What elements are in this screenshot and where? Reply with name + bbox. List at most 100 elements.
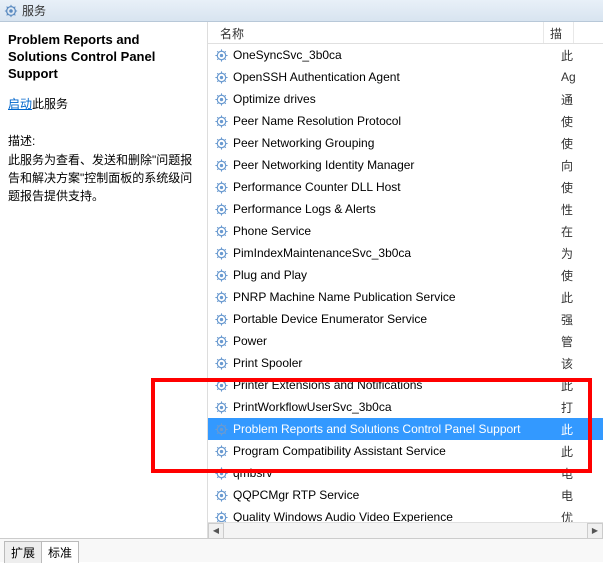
titlebar: 服务	[0, 0, 603, 22]
service-name: Quality Windows Audio Video Experience	[233, 510, 561, 522]
service-row[interactable]: Peer Networking Grouping使	[208, 132, 603, 154]
service-desc: 向	[561, 157, 591, 174]
header-desc[interactable]: 描	[544, 22, 574, 43]
service-desc: 该	[561, 355, 591, 372]
service-name: Peer Name Resolution Protocol	[233, 114, 561, 128]
service-desc: 使	[561, 267, 591, 284]
service-desc: 使	[561, 113, 591, 130]
service-row[interactable]: Peer Name Resolution Protocol使	[208, 110, 603, 132]
scroll-left-button[interactable]: ◀	[208, 523, 224, 539]
service-row[interactable]: Optimize drives通	[208, 88, 603, 110]
service-row[interactable]: Printer Extensions and Notifications此	[208, 374, 603, 396]
service-name: Optimize drives	[233, 92, 561, 106]
service-row[interactable]: QQPCMgr RTP Service电	[208, 484, 603, 506]
titlebar-text: 服务	[22, 2, 46, 19]
service-name: Portable Device Enumerator Service	[233, 312, 561, 326]
service-desc: 优	[561, 509, 591, 523]
bottom-tabs: 扩展 标准	[0, 538, 603, 562]
service-desc: 电	[561, 487, 591, 504]
service-name: Peer Networking Identity Manager	[233, 158, 561, 172]
service-name: Phone Service	[233, 224, 561, 238]
service-desc: 电	[561, 465, 591, 482]
scroll-right-button[interactable]: ▶	[587, 523, 603, 539]
header-name[interactable]: 名称	[214, 22, 544, 43]
service-row[interactable]: Performance Counter DLL Host使	[208, 176, 603, 198]
service-name: Power	[233, 334, 561, 348]
service-desc: 性	[561, 201, 591, 218]
start-suffix: 此服务	[32, 97, 68, 111]
service-desc: 使	[561, 179, 591, 196]
service-row[interactable]: PrintWorkflowUserSvc_3b0ca打	[208, 396, 603, 418]
service-desc: 此	[561, 47, 591, 64]
services-icon	[4, 4, 18, 18]
service-name: PNRP Machine Name Publication Service	[233, 290, 561, 304]
service-row[interactable]: Quality Windows Audio Video Experience优	[208, 506, 603, 522]
service-desc: 此	[561, 377, 591, 394]
service-row[interactable]: PNRP Machine Name Publication Service此	[208, 286, 603, 308]
service-row[interactable]: Plug and Play使	[208, 264, 603, 286]
service-desc: 管	[561, 333, 591, 350]
service-name: OneSyncSvc_3b0ca	[233, 48, 561, 62]
list-panel: 名称 描 OneSyncSvc_3b0ca此OpenSSH Authentica…	[208, 22, 603, 538]
service-name: PimIndexMaintenanceSvc_3b0ca	[233, 246, 561, 260]
gear-icon	[214, 180, 229, 195]
service-name: Problem Reports and Solutions Control Pa…	[233, 422, 561, 436]
gear-icon	[214, 400, 229, 415]
gear-icon	[214, 466, 229, 481]
gear-icon	[214, 136, 229, 151]
service-name: Print Spooler	[233, 356, 561, 370]
service-row[interactable]: PimIndexMaintenanceSvc_3b0ca为	[208, 242, 603, 264]
service-name: Peer Networking Grouping	[233, 136, 561, 150]
gear-icon	[214, 444, 229, 459]
selected-service-name: Problem Reports and Solutions Control Pa…	[8, 32, 199, 83]
service-row[interactable]: Problem Reports and Solutions Control Pa…	[208, 418, 603, 440]
main: Problem Reports and Solutions Control Pa…	[0, 22, 603, 538]
description-text: 此服务为查看、发送和删除"问题报告和解决方案"控制面板的系统级问题报告提供支持。	[8, 151, 199, 205]
service-row[interactable]: OneSyncSvc_3b0ca此	[208, 44, 603, 66]
service-row[interactable]: Phone Service在	[208, 220, 603, 242]
gear-icon	[214, 246, 229, 261]
service-desc: 使	[561, 135, 591, 152]
service-name: QQPCMgr RTP Service	[233, 488, 561, 502]
gear-icon	[214, 92, 229, 107]
gear-icon	[214, 356, 229, 371]
service-desc: 强	[561, 311, 591, 328]
gear-icon	[214, 510, 229, 523]
start-link[interactable]: 启动	[8, 97, 32, 111]
service-row[interactable]: Peer Networking Identity Manager向	[208, 154, 603, 176]
tab-standard[interactable]: 标准	[41, 541, 79, 563]
h-scroll-track[interactable]	[224, 523, 587, 539]
gear-icon	[214, 422, 229, 437]
service-name: Program Compatibility Assistant Service	[233, 444, 561, 458]
service-name: Plug and Play	[233, 268, 561, 282]
service-desc: Ag	[561, 70, 591, 84]
gear-icon	[214, 488, 229, 503]
service-desc: 在	[561, 223, 591, 240]
horizontal-scrollbar[interactable]: ◀ ▶	[208, 522, 603, 538]
service-row[interactable]: Performance Logs & Alerts性	[208, 198, 603, 220]
service-name: qmbsrv	[233, 466, 561, 480]
service-name: PrintWorkflowUserSvc_3b0ca	[233, 400, 561, 414]
service-desc: 此	[561, 421, 591, 438]
gear-icon	[214, 70, 229, 85]
gear-icon	[214, 48, 229, 63]
list-body[interactable]: OneSyncSvc_3b0ca此OpenSSH Authentication …	[208, 44, 603, 522]
service-desc: 通	[561, 91, 591, 108]
gear-icon	[214, 268, 229, 283]
service-row[interactable]: OpenSSH Authentication AgentAg	[208, 66, 603, 88]
service-row[interactable]: qmbsrv电	[208, 462, 603, 484]
service-desc: 打	[561, 399, 591, 416]
list-header: 名称 描	[208, 22, 603, 44]
service-row[interactable]: Portable Device Enumerator Service强	[208, 308, 603, 330]
gear-icon	[214, 202, 229, 217]
details-panel: Problem Reports and Solutions Control Pa…	[0, 22, 208, 538]
service-row[interactable]: Power管	[208, 330, 603, 352]
service-name: Performance Logs & Alerts	[233, 202, 561, 216]
service-name: OpenSSH Authentication Agent	[233, 70, 561, 84]
service-row[interactable]: Print Spooler该	[208, 352, 603, 374]
gear-icon	[214, 334, 229, 349]
service-row[interactable]: Program Compatibility Assistant Service此	[208, 440, 603, 462]
service-desc: 为	[561, 245, 591, 262]
tab-extended[interactable]: 扩展	[4, 541, 42, 563]
service-desc: 此	[561, 289, 591, 306]
